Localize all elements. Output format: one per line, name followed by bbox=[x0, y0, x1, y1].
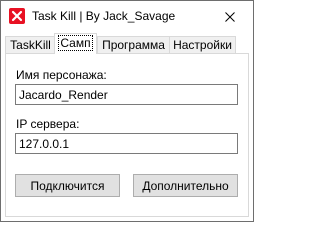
app-icon bbox=[9, 8, 25, 24]
tab-taskkill-label: TaskKill bbox=[10, 38, 51, 52]
tab-samp[interactable]: Самп bbox=[54, 33, 97, 54]
advanced-button[interactable]: Дополнительно bbox=[133, 174, 238, 197]
tab-strip: TaskKill Самп Программа Настройки bbox=[5, 32, 249, 54]
tab-taskkill[interactable]: TaskKill bbox=[5, 36, 56, 53]
close-button[interactable] bbox=[207, 1, 253, 32]
tab-samp-label: Самп bbox=[58, 35, 93, 51]
tab-settings[interactable]: Настройки bbox=[169, 36, 236, 53]
tab-settings-label: Настройки bbox=[173, 38, 232, 52]
connect-button[interactable]: Подключится bbox=[15, 174, 120, 197]
close-icon bbox=[225, 11, 235, 22]
tab-program[interactable]: Программа bbox=[97, 36, 170, 53]
main-window: Task Kill | By Jack_Savage TaskKill Самп… bbox=[0, 0, 254, 222]
server-ip-label: IP сервера: bbox=[16, 117, 80, 131]
tab-program-label: Программа bbox=[102, 38, 165, 52]
server-ip-input[interactable] bbox=[15, 133, 238, 154]
nickname-input[interactable] bbox=[15, 84, 238, 105]
window-title: Task Kill | By Jack_Savage bbox=[32, 9, 176, 23]
nickname-label: Имя персонажа: bbox=[16, 68, 107, 82]
title-bar[interactable]: Task Kill | By Jack_Savage bbox=[1, 1, 253, 32]
samp-tab-panel: Имя персонажа: IP сервера: Подключится Д… bbox=[5, 53, 249, 217]
